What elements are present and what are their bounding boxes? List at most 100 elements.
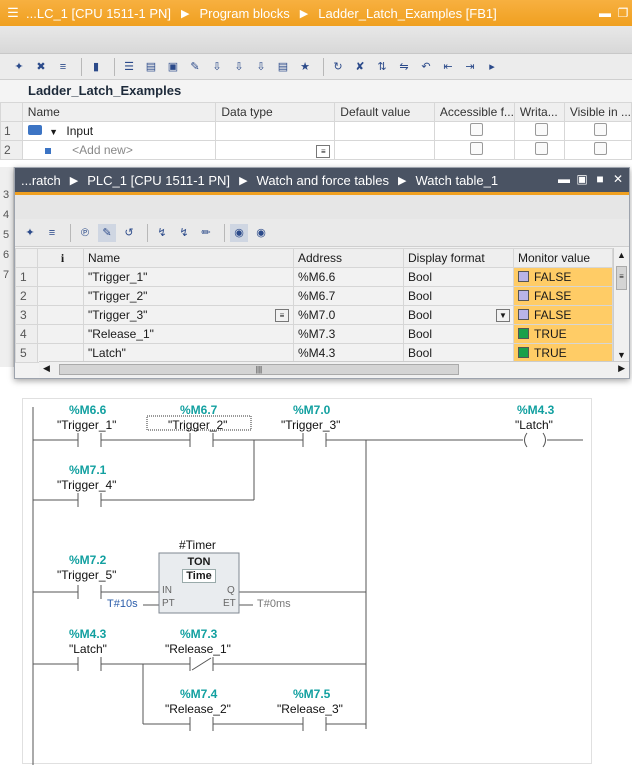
table-icon[interactable]: ▤	[142, 58, 160, 76]
accessible-cell[interactable]	[433, 121, 515, 141]
minimize-icon[interactable]: ▬	[557, 172, 571, 186]
list-icon[interactable]: ☰	[120, 58, 138, 76]
address-cell[interactable]: %M4.3	[293, 343, 404, 363]
monitor-off-icon[interactable]: ✘	[351, 58, 369, 76]
add-row-icon[interactable]: ≡	[43, 224, 61, 242]
scroll-right-icon[interactable]: ▶	[618, 363, 625, 374]
more-icon[interactable]: ▸	[483, 58, 501, 76]
column-data-type[interactable]: Data type	[215, 102, 336, 122]
data-type-cell[interactable]: ≡	[215, 140, 336, 160]
tag-info-icon[interactable]: ⇩	[252, 58, 270, 76]
window-icon[interactable]: ▣	[164, 58, 182, 76]
display-format-cell[interactable]: Bool	[403, 286, 514, 306]
breadcrumb-watch-table[interactable]: Watch table_1	[415, 173, 498, 188]
show-all-modify-icon[interactable]: ✎	[98, 223, 116, 242]
star-icon[interactable]: ★	[296, 58, 314, 76]
contact-tag[interactable]: "Trigger_2"	[168, 418, 227, 432]
contact-tag[interactable]: "Trigger_5"	[57, 568, 116, 582]
insert-network-icon[interactable]: ✦	[10, 58, 28, 76]
contact-tag[interactable]: "Trigger_3"	[281, 418, 340, 432]
column-visible[interactable]: Visible in ...	[563, 102, 632, 122]
breadcrumb-program-blocks[interactable]: Program blocks	[199, 6, 289, 21]
enable-peripheral-icon[interactable]: ✏	[197, 224, 215, 242]
modify-now-icon[interactable]: ↯	[153, 224, 171, 242]
checkbox[interactable]	[470, 142, 484, 155]
dropdown-icon[interactable]: ▼	[496, 309, 510, 322]
show-list-icon[interactable]: ▤	[274, 58, 292, 76]
browse-icon[interactable]: ≡	[316, 144, 331, 158]
contact-tag[interactable]: "Release_2"	[165, 702, 231, 716]
column-default-value[interactable]: Default value	[334, 102, 435, 122]
column-display-format[interactable]: Display format	[403, 248, 514, 268]
scroll-thumb[interactable]: ≡	[616, 266, 627, 290]
contact-tag[interactable]: "Latch"	[69, 642, 107, 656]
tag-name-cell[interactable]: "Trigger_2"	[83, 286, 294, 306]
timer-subtype[interactable]: Time	[182, 569, 216, 583]
table-row[interactable]: 3 "Trigger_3" ≡ %M7.0 Bool ▼ FALSE	[15, 305, 613, 325]
scroll-left-icon[interactable]: ◀	[43, 363, 50, 374]
column-monitor-value[interactable]: Monitor value	[513, 248, 613, 268]
monitor-all-icon[interactable]: ◉	[230, 223, 248, 242]
compare-icon[interactable]: ⇋	[395, 58, 413, 76]
breadcrumb-block[interactable]: Ladder_Latch_Examples [FB1]	[318, 6, 497, 21]
outdent-icon[interactable]: ⇥	[461, 58, 479, 76]
table-row[interactable]: 2 "Trigger_2" %M6.7 Bool FALSE	[15, 286, 613, 306]
comment-icon[interactable]: ✎	[186, 58, 204, 76]
monitor-on-icon[interactable]: ↻	[329, 58, 347, 76]
restore-icon[interactable]: ❐	[616, 6, 630, 20]
breadcrumb-plc[interactable]: PLC_1 [CPU 1511-1 PN]	[87, 173, 230, 188]
visible-cell[interactable]	[563, 121, 632, 141]
address-cell[interactable]: %M7.3	[293, 324, 404, 344]
coil-tag[interactable]: "Latch"	[515, 418, 553, 432]
tag-name-cell[interactable]: "Trigger_3" ≡	[83, 305, 294, 325]
vertical-scrollbar[interactable]: ▲ ≡ ▼	[613, 248, 629, 362]
writable-cell[interactable]	[513, 140, 565, 160]
table-row[interactable]: 1 "Trigger_1" %M6.6 Bool FALSE	[15, 267, 613, 287]
expand-icon[interactable]: ▼	[49, 127, 58, 137]
breadcrumb-plc[interactable]: ...LC_1 [CPU 1511-1 PN]	[26, 6, 171, 21]
contact-tag[interactable]: "Release_1"	[165, 642, 231, 656]
table-row[interactable]: 4 "Release_1" %M7.3 Bool TRUE	[15, 324, 613, 344]
monitor-now-icon[interactable]: ◉	[252, 224, 270, 242]
address-cell[interactable]: %M6.6	[293, 267, 404, 287]
checkbox[interactable]	[593, 142, 607, 155]
interface-input-section[interactable]: ▼ Input	[21, 121, 217, 141]
accessible-cell[interactable]	[433, 140, 515, 160]
default-value-cell[interactable]	[334, 121, 435, 141]
add-new-cell[interactable]: <Add new>	[21, 140, 217, 160]
contact-tag[interactable]: "Trigger_4"	[57, 478, 116, 492]
delete-network-icon[interactable]: ✖	[32, 58, 50, 76]
menu-icon[interactable]: ☰	[0, 5, 26, 21]
indent-icon[interactable]: ⇤	[439, 58, 457, 76]
modify-icon[interactable]: ℗	[76, 224, 94, 242]
close-icon[interactable]: ✕	[611, 172, 625, 186]
column-accessible[interactable]: Accessible f...	[433, 102, 515, 122]
data-type-cell[interactable]	[215, 121, 336, 141]
interface-row[interactable]: 2 <Add new> ≡	[0, 140, 632, 160]
display-format-cell[interactable]: Bool	[403, 267, 514, 287]
address-cell[interactable]: %M7.0	[293, 305, 404, 325]
tag-name-cell[interactable]: "Release_1"	[83, 324, 294, 344]
block-icon[interactable]: ▮	[87, 58, 105, 76]
display-format-cell[interactable]: Bool	[403, 343, 514, 363]
column-address[interactable]: Address	[293, 248, 404, 268]
download-icon[interactable]: ⇅	[373, 58, 391, 76]
timer-pt-value[interactable]: T#10s	[107, 598, 138, 610]
horizontal-scrollbar[interactable]: ◀ ||| ▶	[39, 361, 629, 377]
contact-tag[interactable]: "Release_3"	[277, 702, 343, 716]
checkbox[interactable]	[535, 123, 549, 136]
interface-row[interactable]: 1 ▼ Input	[0, 121, 632, 141]
checkbox[interactable]	[593, 123, 607, 136]
favorites-icon[interactable]: ⇩	[208, 58, 226, 76]
scroll-up-icon[interactable]: ▲	[617, 250, 626, 260]
watch-window-title-bar[interactable]: ...ratch ▶ PLC_1 [CPU 1511-1 PN] ▶ Watch…	[15, 168, 629, 192]
visible-cell[interactable]	[563, 140, 632, 160]
column-name[interactable]: Name	[83, 248, 294, 268]
writable-cell[interactable]	[513, 121, 565, 141]
maximize-icon[interactable]: ■	[593, 172, 607, 186]
go-to-icon[interactable]: ↶	[417, 58, 435, 76]
tag-name-cell[interactable]: "Latch"	[83, 343, 294, 363]
embed-icon[interactable]: ▣	[575, 172, 589, 186]
minimize-icon[interactable]: ▬	[598, 6, 612, 20]
insert-row-icon[interactable]: ≡	[54, 58, 72, 76]
